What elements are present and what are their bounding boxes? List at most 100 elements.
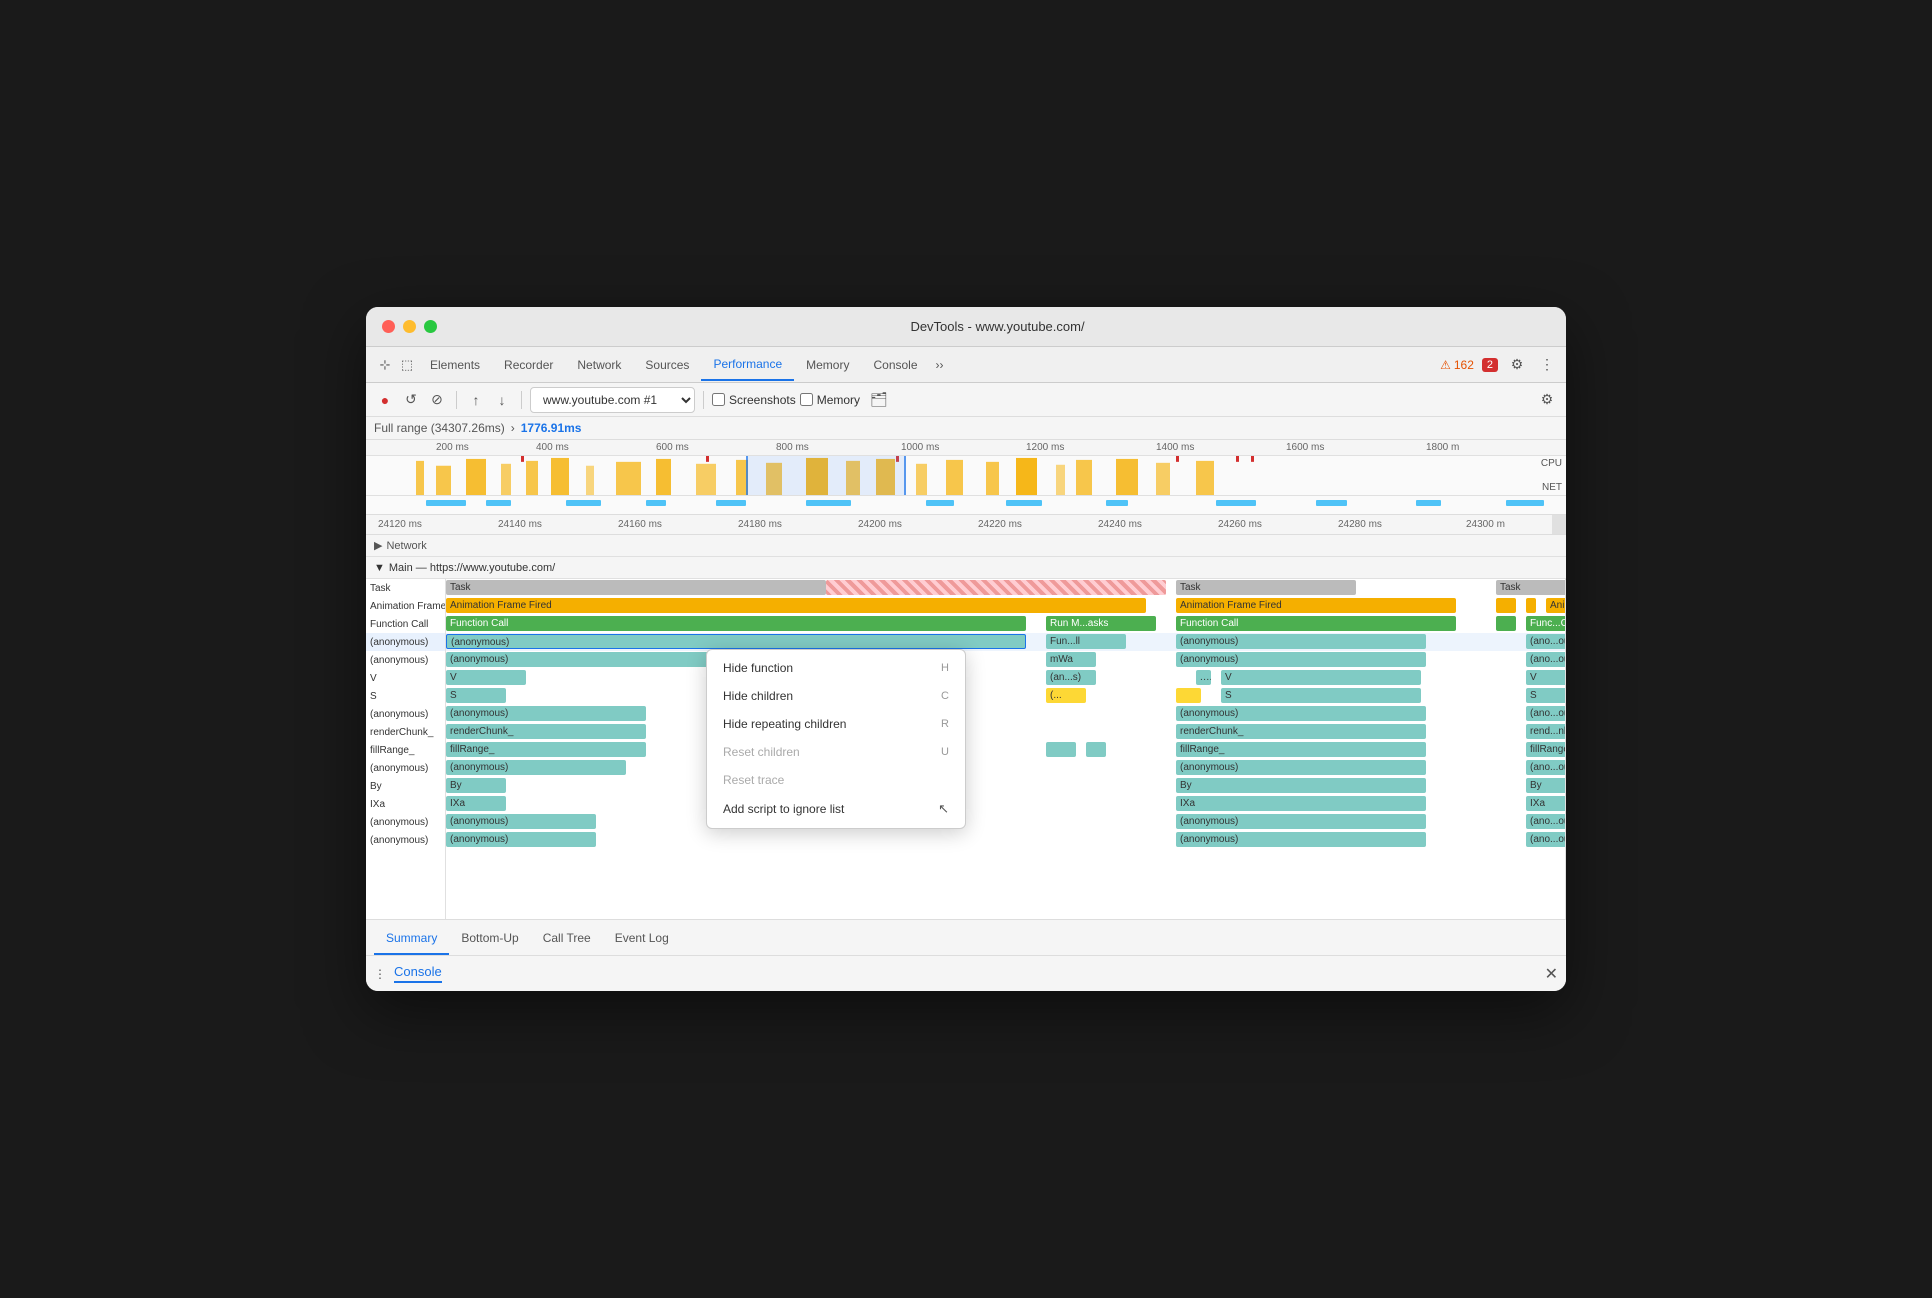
tab-elements[interactable]: Elements: [418, 350, 492, 380]
s-yellow[interactable]: [1176, 688, 1201, 703]
anon-block-12[interactable]: (ano...ous): [1526, 760, 1566, 775]
menu-hide-repeating[interactable]: Hide repeating children R: [707, 710, 965, 738]
anon-block-8[interactable]: (anonymous): [1176, 706, 1426, 721]
console-dots[interactable]: ⋮: [374, 967, 386, 981]
anon-block-13[interactable]: (anonymous): [446, 814, 596, 829]
console-close-button[interactable]: ✕: [1545, 964, 1558, 984]
by-block-1[interactable]: By: [446, 778, 506, 793]
task-block-3[interactable]: Task: [1496, 580, 1566, 595]
ixa-block-2[interactable]: IXa: [1176, 796, 1426, 811]
animation-block-3[interactable]: [1496, 598, 1516, 613]
anon-block-5[interactable]: (anonymous): [1176, 652, 1426, 667]
record-button[interactable]: ●: [374, 389, 396, 411]
screenshots-checkbox[interactable]: [712, 393, 725, 406]
task-block-red[interactable]: [826, 580, 1166, 595]
memory-checkbox[interactable]: [800, 393, 813, 406]
anon-block-9[interactable]: (ano...ous): [1526, 706, 1566, 721]
timeline-overview[interactable]: 200 ms 400 ms 600 ms 800 ms 1000 ms 1200…: [366, 440, 1566, 515]
animation-block-1[interactable]: Animation Frame Fired: [446, 598, 1146, 613]
func-block-3[interactable]: [1496, 616, 1516, 631]
func-block-1[interactable]: Function Call: [446, 616, 1026, 631]
v-block-2[interactable]: V: [1221, 670, 1421, 685]
memory-icon[interactable]: 🗂: [868, 389, 890, 411]
inspect-icon[interactable]: ⊹: [374, 354, 396, 376]
dots-block[interactable]: ...: [1196, 670, 1211, 685]
fill-small[interactable]: [1046, 742, 1076, 757]
ixa-block-1[interactable]: IXa: [446, 796, 506, 811]
an-block[interactable]: (an...s): [1046, 670, 1096, 685]
s-block-1[interactable]: S: [446, 688, 506, 703]
fill-block-2[interactable]: fillRange_: [1176, 742, 1426, 757]
render-block-2[interactable]: renderChunk_: [1176, 724, 1426, 739]
anon-block-7[interactable]: (anonymous): [446, 706, 646, 721]
tab-sources[interactable]: Sources: [633, 350, 701, 380]
anon-block-14[interactable]: (anonymous): [1176, 814, 1426, 829]
maximize-button[interactable]: [424, 320, 437, 333]
tab-memory[interactable]: Memory: [794, 350, 861, 380]
more-tabs-button[interactable]: ››: [930, 350, 950, 380]
tab-network[interactable]: Network: [565, 350, 633, 380]
menu-hide-children[interactable]: Hide children C: [707, 682, 965, 710]
v-block-3[interactable]: V: [1526, 670, 1566, 685]
anon-block-main[interactable]: (anonymous): [446, 634, 1026, 649]
more-options-icon[interactable]: ⋮: [1536, 354, 1558, 376]
close-button[interactable]: [382, 320, 395, 333]
anon-block-15[interactable]: (ano...ous): [1526, 814, 1566, 829]
memory-checkbox-group[interactable]: Memory: [800, 393, 860, 407]
main-col[interactable]: Task Task Task Animation Frame Fired Ani…: [446, 579, 1566, 919]
render-block-1[interactable]: renderChunk_: [446, 724, 646, 739]
tab-call-tree[interactable]: Call Tree: [531, 923, 603, 955]
animation-block-5[interactable]: Anim...ired: [1546, 598, 1566, 613]
screenshots-checkbox-group[interactable]: Screenshots: [712, 393, 796, 407]
task-block-2[interactable]: Task: [1176, 580, 1356, 595]
ixa-block-3[interactable]: IXa: [1526, 796, 1566, 811]
settings-icon[interactable]: ⚙: [1506, 354, 1528, 376]
scrollbar[interactable]: [1552, 515, 1566, 534]
anon-block-2[interactable]: (anonymous): [1176, 634, 1426, 649]
task-block-1[interactable]: Task: [446, 580, 826, 595]
tab-recorder[interactable]: Recorder: [492, 350, 565, 380]
minimize-button[interactable]: [403, 320, 416, 333]
anon-block-4[interactable]: (anonymous): [446, 652, 746, 667]
anon-block-11[interactable]: (anonymous): [1176, 760, 1426, 775]
upload-button[interactable]: ↑: [465, 389, 487, 411]
device-icon[interactable]: ⬚: [396, 354, 418, 376]
anon-block-6[interactable]: (ano...ous): [1526, 652, 1566, 667]
gear-icon[interactable]: ⚙: [1536, 389, 1558, 411]
by-block-3[interactable]: By: [1526, 778, 1566, 793]
tab-bottom-up[interactable]: Bottom-Up: [449, 923, 530, 955]
anon-block-18[interactable]: (ano...ous): [1526, 832, 1566, 847]
network-collapse-icon[interactable]: ▶: [374, 539, 382, 552]
mwa-block[interactable]: mWa: [1046, 652, 1096, 667]
console-label[interactable]: Console: [394, 964, 442, 983]
tab-summary[interactable]: Summary: [374, 923, 449, 955]
anon-block-17[interactable]: (anonymous): [1176, 832, 1426, 847]
fun-block[interactable]: Fun...ll: [1046, 634, 1126, 649]
tab-event-log[interactable]: Event Log: [603, 923, 681, 955]
v-block-1[interactable]: V: [446, 670, 526, 685]
render-block-3[interactable]: rend...nk_: [1526, 724, 1566, 739]
fill-small-2[interactable]: [1086, 742, 1106, 757]
menu-hide-function[interactable]: Hide function H: [707, 654, 965, 682]
func-block-2[interactable]: Function Call: [1176, 616, 1456, 631]
menu-add-ignore[interactable]: Add script to ignore list ↖: [707, 794, 965, 824]
run-block[interactable]: Run M...asks: [1046, 616, 1156, 631]
anon-row-1[interactable]: (anonymous) Fun...ll (anonymous) (ano...…: [446, 633, 1565, 651]
clear-button[interactable]: ⊘: [426, 389, 448, 411]
animation-block-2[interactable]: Animation Frame Fired: [1176, 598, 1456, 613]
main-thread-collapse-icon[interactable]: ▼: [374, 562, 385, 574]
animation-block-4[interactable]: [1526, 598, 1536, 613]
paren-block[interactable]: (...: [1046, 688, 1086, 703]
anon-block-3[interactable]: (ano...ous): [1526, 634, 1566, 649]
tab-console[interactable]: Console: [861, 350, 929, 380]
func-block-4[interactable]: Func...Call: [1526, 616, 1566, 631]
by-block-2[interactable]: By: [1176, 778, 1426, 793]
anon-block-16[interactable]: (anonymous): [446, 832, 596, 847]
anon-block-10[interactable]: (anonymous): [446, 760, 626, 775]
tab-performance[interactable]: Performance: [701, 349, 794, 381]
s-block-3[interactable]: S: [1526, 688, 1566, 703]
fill-block-3[interactable]: fillRange_: [1526, 742, 1566, 757]
s-block-2[interactable]: S: [1221, 688, 1421, 703]
fill-block-1[interactable]: fillRange_: [446, 742, 646, 757]
reload-record-button[interactable]: ↺: [400, 389, 422, 411]
